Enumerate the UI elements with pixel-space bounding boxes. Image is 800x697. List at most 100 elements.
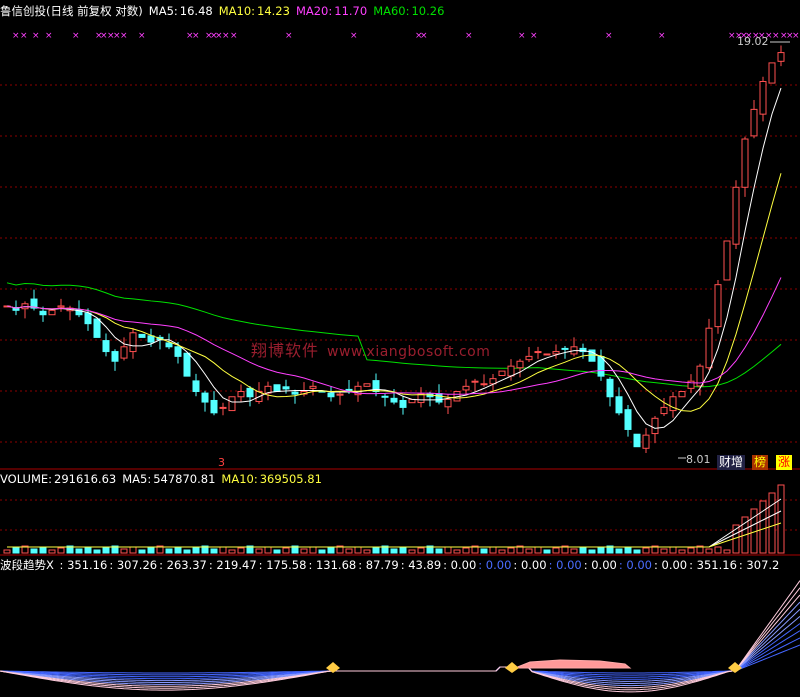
volume-bar bbox=[300, 548, 308, 554]
indicator-value: : 0.00 bbox=[443, 558, 477, 572]
candle-body bbox=[480, 383, 488, 386]
candle-body bbox=[84, 312, 92, 325]
volume-bar bbox=[714, 546, 722, 554]
candle-body bbox=[57, 305, 65, 308]
volume-bar bbox=[120, 548, 128, 554]
x-marker: × bbox=[120, 31, 128, 41]
volume-bar bbox=[489, 546, 497, 554]
vol-ma10-label: MA10: bbox=[221, 472, 258, 486]
volume-bar bbox=[237, 547, 245, 554]
candle-body bbox=[381, 395, 389, 398]
candle-body bbox=[498, 370, 506, 377]
volume-bar bbox=[768, 492, 776, 554]
tag-zhang: 涨 bbox=[776, 455, 793, 470]
volume-bar bbox=[75, 548, 83, 554]
volume-bar bbox=[390, 548, 398, 554]
volume-bar bbox=[624, 546, 632, 554]
candle-body bbox=[399, 399, 407, 408]
indicator-value: : 43.89 bbox=[400, 558, 442, 572]
candle-body bbox=[165, 342, 173, 348]
volume-bar bbox=[3, 549, 11, 554]
volume-bar bbox=[255, 548, 263, 554]
ma10-line bbox=[6, 173, 782, 412]
candle-body bbox=[471, 380, 479, 383]
ma5-line bbox=[6, 87, 782, 429]
ma60-line bbox=[6, 282, 782, 388]
volume-bar bbox=[759, 500, 767, 554]
volume-bar bbox=[543, 549, 551, 554]
volume-bar bbox=[354, 546, 362, 554]
candle-body bbox=[192, 380, 200, 393]
watermark-cn: 翔博软件 bbox=[251, 341, 320, 360]
volume-bar bbox=[318, 549, 326, 554]
indicator-value: : 307.26 bbox=[109, 558, 158, 572]
volume-bar bbox=[219, 546, 227, 554]
ma5-value: 16.48 bbox=[179, 4, 213, 18]
indicator-peak-area bbox=[514, 659, 632, 669]
ma60-line bbox=[6, 282, 782, 388]
ma10-label: MA10: bbox=[218, 4, 256, 18]
volume-bar bbox=[453, 549, 461, 554]
tag-caizeng: 财增 bbox=[717, 455, 746, 470]
candle-body bbox=[444, 398, 452, 408]
volume-bar bbox=[480, 548, 488, 554]
candle-body bbox=[525, 355, 533, 361]
volume-bar bbox=[579, 546, 587, 554]
candle-body bbox=[291, 391, 299, 395]
indicator-value: : 219.47 bbox=[208, 558, 257, 572]
x-marker: × bbox=[518, 31, 526, 41]
x-marker: × bbox=[20, 31, 28, 41]
candle-body bbox=[201, 392, 209, 403]
candle-body bbox=[390, 397, 398, 403]
indicator-value: : 87.79 bbox=[358, 558, 399, 572]
volume-bar bbox=[30, 548, 38, 554]
x-marker: × bbox=[772, 31, 780, 41]
ma20-value: 11.70 bbox=[334, 4, 368, 18]
candle-body bbox=[516, 360, 524, 369]
volume-bar bbox=[534, 546, 542, 554]
indicator-value: : 0.00 bbox=[478, 558, 512, 572]
volume-bars bbox=[3, 484, 785, 554]
marker-3: 3 bbox=[218, 456, 225, 469]
candle-body bbox=[210, 399, 218, 414]
candle-body bbox=[750, 108, 758, 137]
low-price-label: 8.01 bbox=[686, 453, 711, 466]
volume-bar bbox=[570, 548, 578, 554]
candle-body bbox=[552, 351, 560, 355]
candle-body bbox=[282, 386, 290, 390]
volume-bar bbox=[408, 549, 416, 554]
x-marker: × bbox=[12, 31, 20, 41]
volume-bar bbox=[552, 547, 560, 554]
volume-bar bbox=[435, 548, 443, 554]
x-marker: × bbox=[350, 31, 358, 41]
volume-bar bbox=[210, 548, 218, 554]
candle-body bbox=[309, 385, 317, 389]
volume-bar bbox=[372, 547, 380, 554]
x-marker: × bbox=[192, 31, 200, 41]
volume-bar bbox=[345, 548, 353, 554]
ma60-value: 10.26 bbox=[411, 4, 445, 18]
indicator-value: : 0.00 bbox=[618, 558, 652, 572]
volume-bar bbox=[525, 548, 533, 554]
indicator-value: : 351.16 bbox=[59, 558, 108, 572]
volume-bar bbox=[678, 549, 686, 554]
candle-body bbox=[777, 52, 785, 62]
volume-bar bbox=[462, 547, 470, 554]
vol-ma5-label: MA5: bbox=[122, 472, 152, 486]
indicator-value: : 0.00 bbox=[548, 558, 582, 572]
volume-bar bbox=[102, 547, 110, 554]
indicator-label: 波段趋势X bbox=[0, 558, 54, 572]
ma-lines bbox=[6, 87, 782, 429]
vol-ma10-value: 369505.81 bbox=[259, 472, 322, 486]
volume-bar bbox=[642, 547, 650, 554]
volume-bar bbox=[93, 549, 101, 554]
candle-body bbox=[705, 327, 713, 369]
indicator-value: : 351.16 bbox=[689, 558, 737, 572]
volume-ma-line bbox=[7, 510, 782, 548]
ma10-value: 14.23 bbox=[257, 4, 290, 18]
candle-body bbox=[759, 80, 767, 115]
candle-body bbox=[651, 417, 659, 435]
candle-body bbox=[183, 352, 191, 377]
candle-body bbox=[417, 393, 425, 404]
volume-ma-line bbox=[7, 498, 782, 548]
